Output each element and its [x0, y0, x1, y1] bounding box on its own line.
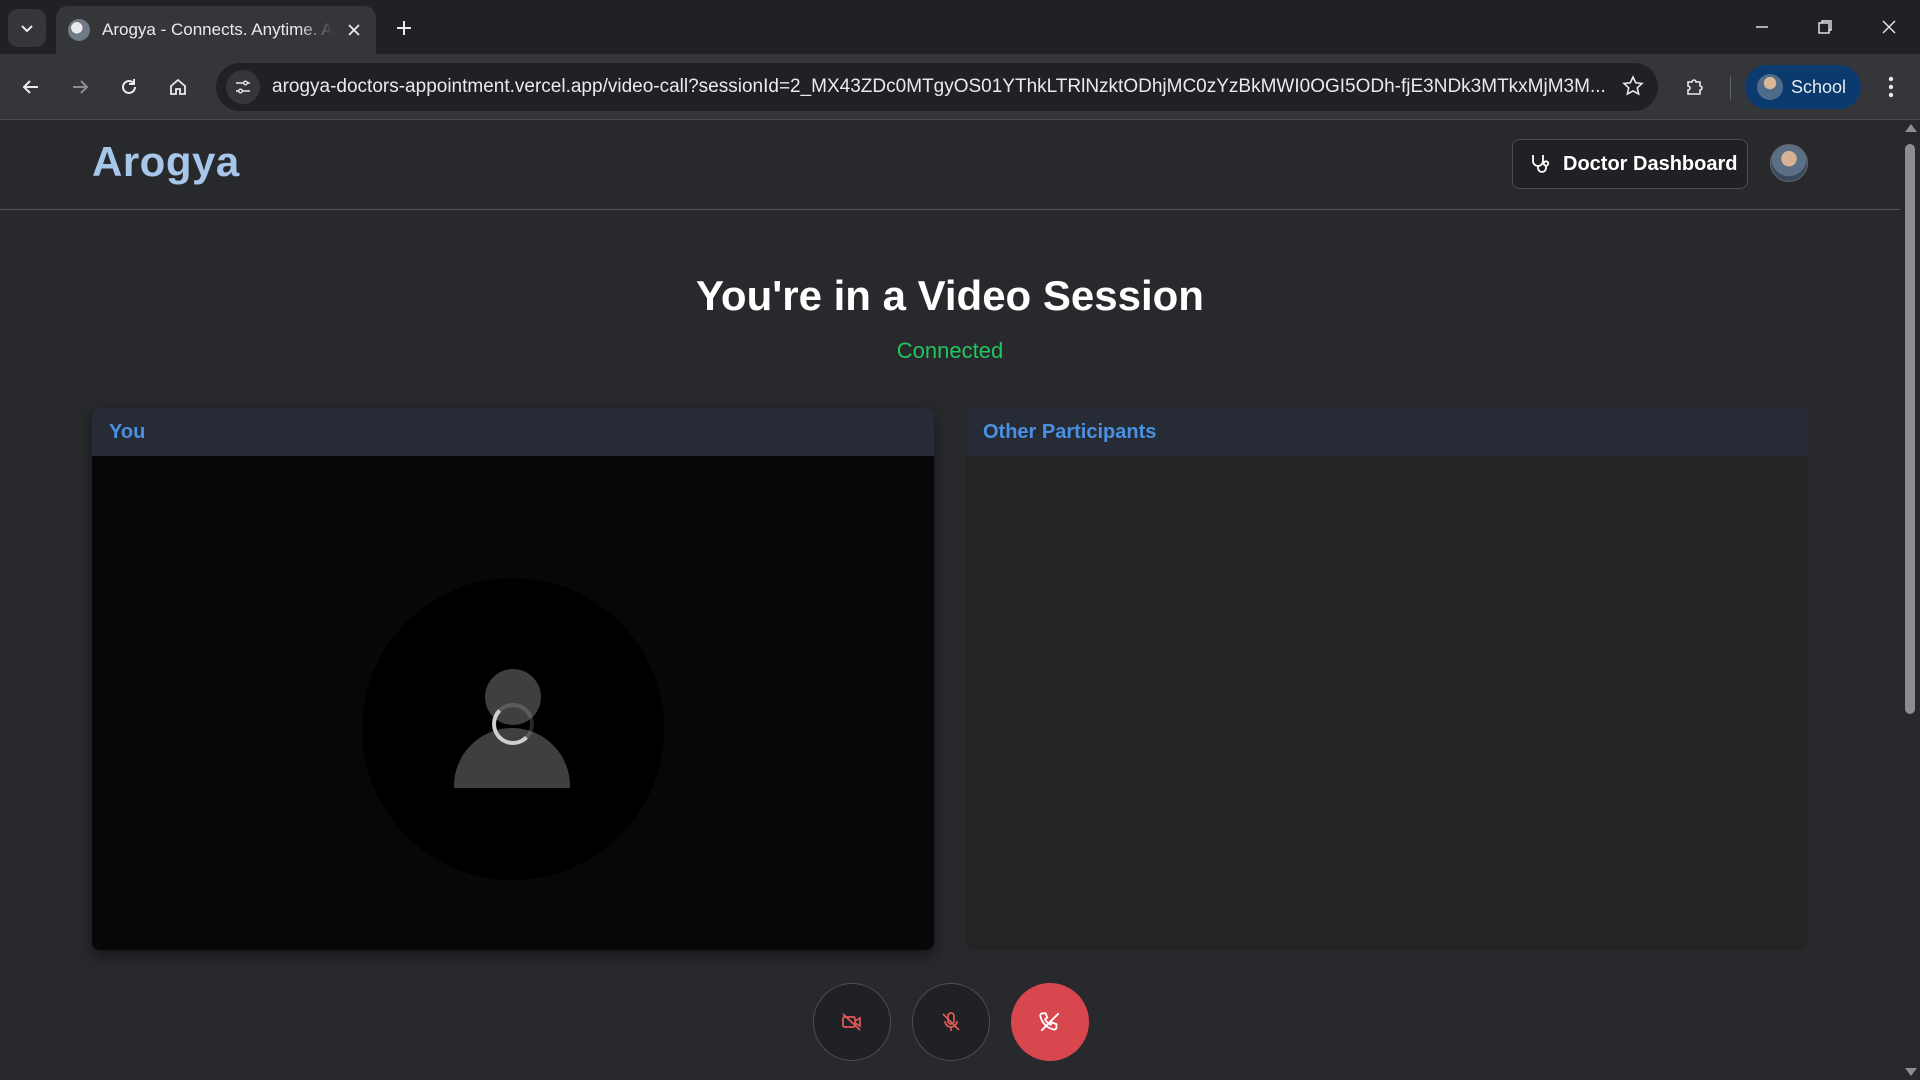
bookmark-star-button[interactable]: [1622, 75, 1644, 102]
reload-button[interactable]: [110, 68, 148, 106]
tab-close-button[interactable]: [343, 18, 366, 42]
profile-button[interactable]: School: [1745, 65, 1861, 109]
arrow-left-icon: [22, 80, 38, 94]
puzzle-icon: [1687, 79, 1703, 95]
back-button[interactable]: [12, 68, 50, 106]
site-header: Arogya Doctor Dashboard: [0, 120, 1900, 210]
url-text[interactable]: arogya-doctors-appointment.vercel.app/vi…: [272, 76, 1612, 98]
scroll-up-arrow-icon[interactable]: [1905, 124, 1917, 132]
local-video-label: You: [92, 408, 934, 456]
minimize-icon: [1756, 26, 1768, 28]
user-avatar[interactable]: [1770, 144, 1808, 182]
site-info-icon[interactable]: [226, 70, 260, 104]
local-video-panel: You: [92, 408, 934, 950]
close-icon: [348, 24, 360, 36]
browser-tab-active[interactable]: Arogya - Connects. Anytime. Anywhere: [56, 6, 376, 54]
avatar-placeholder: [362, 578, 664, 880]
doctor-dashboard-button[interactable]: Doctor Dashboard: [1512, 139, 1748, 189]
plus-icon: [397, 21, 411, 35]
profile-label: School: [1791, 76, 1847, 97]
address-bar[interactable]: arogya-doctors-appointment.vercel.app/vi…: [216, 63, 1658, 111]
close-icon: [1882, 20, 1896, 34]
minimize-window-button[interactable]: [1740, 8, 1784, 46]
close-window-button[interactable]: [1867, 8, 1911, 46]
toggle-microphone-button[interactable]: [912, 983, 990, 1061]
end-call-button[interactable]: [1011, 983, 1089, 1061]
scroll-down-arrow-icon[interactable]: [1905, 1068, 1917, 1076]
page-title: You're in a Video Session: [696, 272, 1204, 319]
browser-toolbar: arogya-doctors-appointment.vercel.app/vi…: [0, 54, 1920, 120]
browser-tabstrip: Arogya - Connects. Anytime. Anywhere: [0, 0, 1920, 54]
arrow-right-icon: [73, 80, 89, 94]
remote-video-label: Other Participants: [966, 408, 1808, 456]
site-favicon-icon: [68, 19, 90, 41]
extensions-button[interactable]: [1676, 68, 1714, 106]
doctor-dashboard-label: Doctor Dashboard: [1563, 152, 1738, 175]
call-controls: [0, 983, 1900, 1063]
mic-off-icon: [942, 1012, 960, 1031]
home-icon: [170, 78, 186, 95]
chevron-down-icon: [21, 25, 33, 33]
more-vert-icon: [1888, 76, 1894, 98]
video-off-icon: [842, 1013, 861, 1031]
restore-icon: [1818, 20, 1832, 34]
scrollbar-thumb[interactable]: [1905, 144, 1915, 714]
tab-title: Arogya - Connects. Anytime. Anywhere: [102, 20, 333, 39]
browser-menu-button[interactable]: [1872, 68, 1910, 106]
reload-icon: [122, 79, 136, 94]
star-icon: [1622, 75, 1644, 96]
restore-window-button[interactable]: [1803, 8, 1847, 46]
tune-icon: [236, 80, 250, 94]
stethoscope-icon: [1532, 155, 1550, 173]
page-viewport: Arogya Doctor Dashboard You're in a Vide…: [0, 120, 1900, 1080]
new-tab-button[interactable]: [388, 12, 420, 44]
toolbar-divider: [1730, 76, 1731, 100]
toggle-camera-button[interactable]: [813, 983, 891, 1061]
local-video-feed: [92, 456, 934, 950]
remote-video-panel: Other Participants: [966, 408, 1808, 950]
connection-status: Connected: [896, 338, 1004, 363]
home-button[interactable]: [159, 68, 197, 106]
page-scrollbar[interactable]: [1900, 120, 1920, 1080]
tab-search-button[interactable]: [8, 9, 46, 47]
phone-off-icon: [1039, 1012, 1060, 1032]
forward-button[interactable]: [61, 68, 99, 106]
loading-spinner-icon: [492, 703, 534, 745]
profile-avatar: [1757, 74, 1783, 100]
brand-logo[interactable]: Arogya: [92, 138, 240, 186]
